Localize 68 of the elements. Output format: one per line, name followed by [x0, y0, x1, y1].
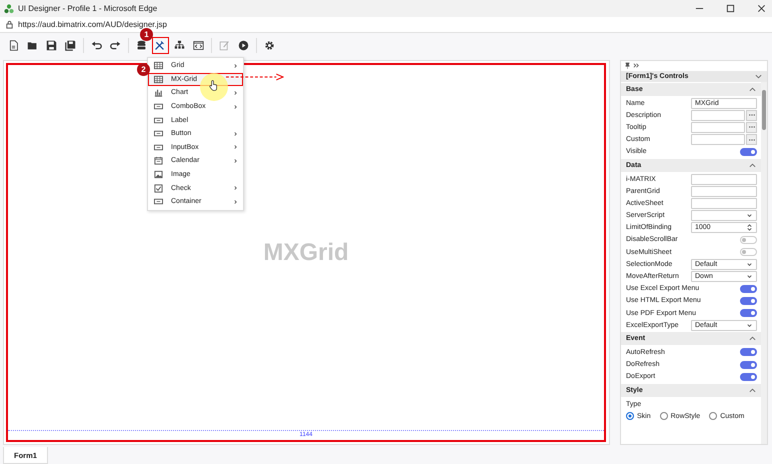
app-logo-icon: [4, 4, 14, 14]
toggle-switch[interactable]: [740, 309, 757, 318]
play-icon: [238, 40, 249, 51]
radio-button[interactable]: [709, 412, 718, 420]
scrollbar[interactable]: [761, 82, 767, 444]
edit-icon: [219, 40, 230, 51]
chevron-icon[interactable]: [749, 335, 756, 342]
toggle-switch[interactable]: [740, 296, 757, 305]
toggle-switch[interactable]: [740, 372, 757, 381]
property-field[interactable]: [691, 174, 757, 185]
checkbox-icon: [154, 184, 163, 193]
image-icon: [154, 170, 163, 180]
calendar-icon: [154, 156, 163, 166]
ellipsis-button[interactable]: [746, 122, 757, 133]
bar-chart-icon: [154, 88, 163, 98]
settings-icon: [264, 40, 275, 51]
floppy-disks-icon: [65, 40, 76, 51]
chevron-down-icon: [746, 322, 753, 329]
chevron-icon[interactable]: [749, 86, 756, 93]
hand-cursor-icon: [209, 80, 218, 91]
tools-tool-button[interactable]: [152, 37, 169, 54]
chevron-icon[interactable]: [749, 162, 756, 169]
field-icon: [154, 129, 163, 138]
property-field[interactable]: [691, 110, 745, 121]
grid-icon: [154, 74, 163, 84]
toggle-switch[interactable]: [740, 284, 757, 293]
ellipsis-icon: [748, 138, 754, 141]
toggle-switch[interactable]: [740, 236, 757, 244]
database-icon: [136, 40, 147, 51]
ellipsis-icon: [748, 114, 754, 116]
toggle-switch[interactable]: [740, 348, 757, 356]
pin-icon[interactable]: [624, 62, 631, 69]
radio-button[interactable]: [626, 412, 634, 420]
undo-icon: [91, 40, 102, 51]
toggle-switch[interactable]: [740, 360, 757, 369]
close-icon[interactable]: [757, 4, 766, 13]
chevron-down-icon[interactable]: [755, 73, 762, 80]
chevron-icon[interactable]: [749, 386, 756, 394]
tools-icon: [154, 40, 165, 51]
dashed-arrow: [226, 73, 284, 81]
toggle-switch[interactable]: [740, 148, 757, 156]
address-bar-url[interactable]: https://aud.bimatrix.com/AUD/designer.jsp: [18, 20, 167, 29]
lock-icon: [5, 20, 14, 29]
property-field[interactable]: [691, 122, 745, 133]
window-title: UI Designer - Profile 1 - Microsoft Edge: [18, 4, 158, 13]
property-field[interactable]: [691, 134, 745, 146]
maximize-icon[interactable]: [726, 4, 735, 13]
ellipsis-button[interactable]: [746, 134, 757, 146]
radio-button[interactable]: [660, 412, 668, 420]
expand-icon[interactable]: [633, 62, 640, 69]
field-icon: [154, 142, 163, 152]
chevron-down-icon: [746, 212, 753, 220]
grid-icon: [154, 61, 163, 70]
field-icon: [154, 116, 163, 125]
redo-icon: [110, 40, 121, 51]
property-field[interactable]: [691, 198, 757, 209]
code-window-icon: [193, 40, 204, 51]
field-icon: [154, 197, 163, 206]
property-field[interactable]: [691, 186, 757, 197]
ellipsis-button[interactable]: [746, 110, 757, 121]
hierarchy-icon: [174, 40, 185, 51]
ellipsis-icon: [748, 126, 754, 128]
toggle-switch[interactable]: [740, 248, 757, 256]
step-badge: 1: [140, 28, 153, 41]
spinner-arrows-icon: [746, 224, 753, 232]
document-icon: [8, 40, 19, 51]
folder-icon: [27, 40, 38, 51]
field-icon: [154, 102, 163, 112]
